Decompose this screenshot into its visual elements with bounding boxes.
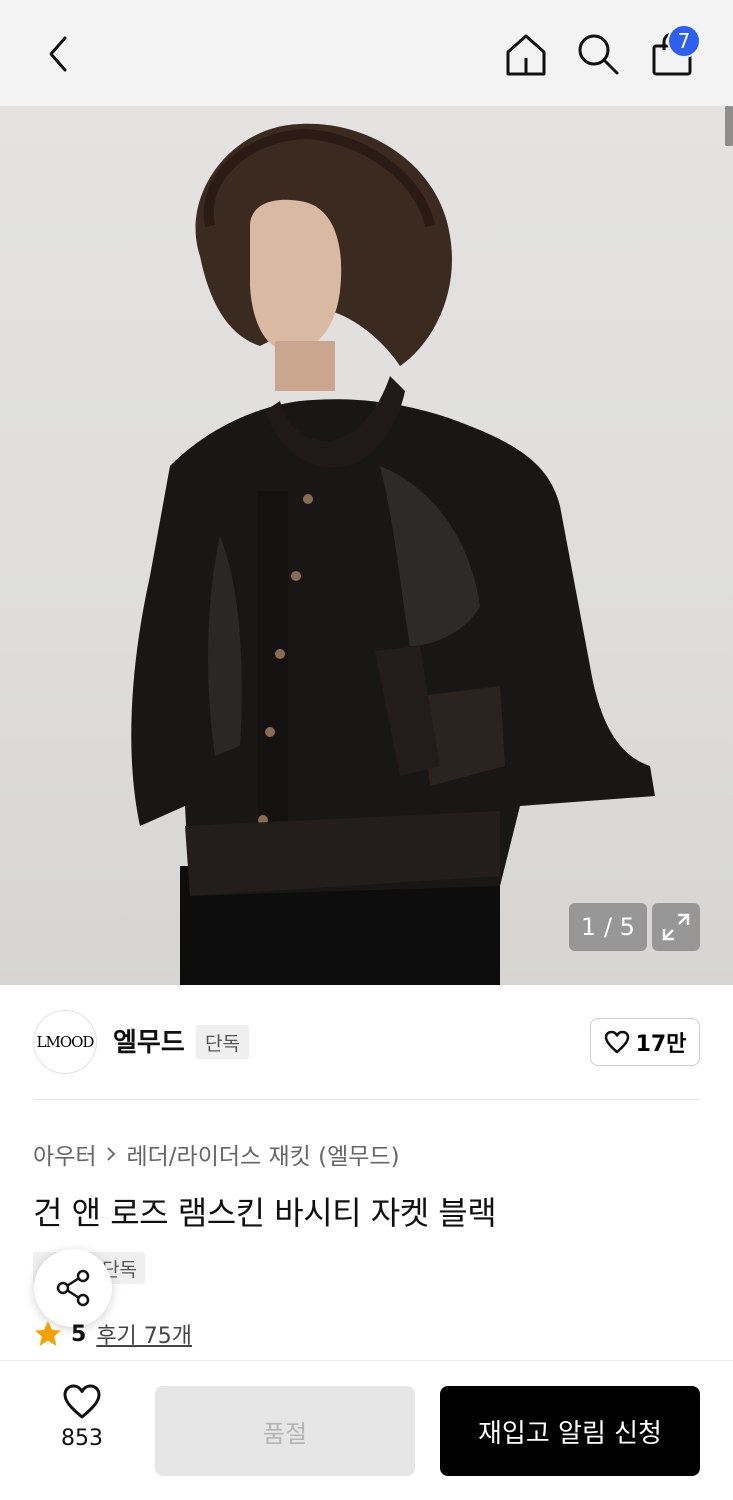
brand-like-button[interactable]: 17만 [590,1018,700,1066]
product-photo-jacket [131,123,656,985]
brand-logo-text: LMOOD [36,1033,95,1051]
breadcrumb: 아우터 레더/라이더스 재킷 (엘무드) [33,1137,400,1171]
expand-icon [662,913,690,941]
wishlist-count: 853 [61,1426,103,1451]
heart-icon [63,1384,101,1419]
breadcrumb-category[interactable]: 아우터 [33,1137,96,1171]
chevron-left-icon [49,36,67,72]
restock-alert-button[interactable]: 재입고 알림 신청 [440,1386,700,1476]
wishlist-button[interactable]: 853 [40,1384,124,1474]
brand-logo[interactable]: LMOOD [33,1010,97,1074]
cart-count-badge: 7 [667,24,701,58]
search-icon [578,34,619,75]
back-button[interactable] [30,26,86,82]
heart-icon [604,1030,629,1054]
reviews-link[interactable]: 후기 75개 [96,1318,192,1350]
rating-row: 5 후기 75개 [33,1318,192,1350]
exclusive-badge: 단독 [196,1025,249,1059]
top-bar: 7 [0,0,733,106]
share-icon [56,1269,90,1307]
star-icon [35,1321,61,1346]
expand-image-button[interactable] [652,903,700,951]
page-scrollbar[interactable] [725,106,733,146]
breadcrumb-subcategory[interactable]: 레더/라이더스 재킷 (엘무드) [126,1137,399,1171]
home-button[interactable] [498,26,554,82]
product-image[interactable] [0,106,733,985]
section-divider [33,1099,700,1100]
soldout-button[interactable]: 품절 [155,1386,415,1476]
rating-value: 5 [71,1321,87,1347]
product-title: 건 앤 로즈 램스킨 바시티 자켓 블랙 [33,1194,497,1232]
brand-like-count: 17만 [635,1032,687,1057]
home-icon [506,34,546,76]
search-button[interactable] [570,26,626,82]
image-counter: 1 / 5 [569,903,647,951]
brand-name[interactable]: 엘무드 [113,1022,185,1059]
chevron-right-icon [107,1147,116,1161]
share-button[interactable] [34,1249,112,1327]
